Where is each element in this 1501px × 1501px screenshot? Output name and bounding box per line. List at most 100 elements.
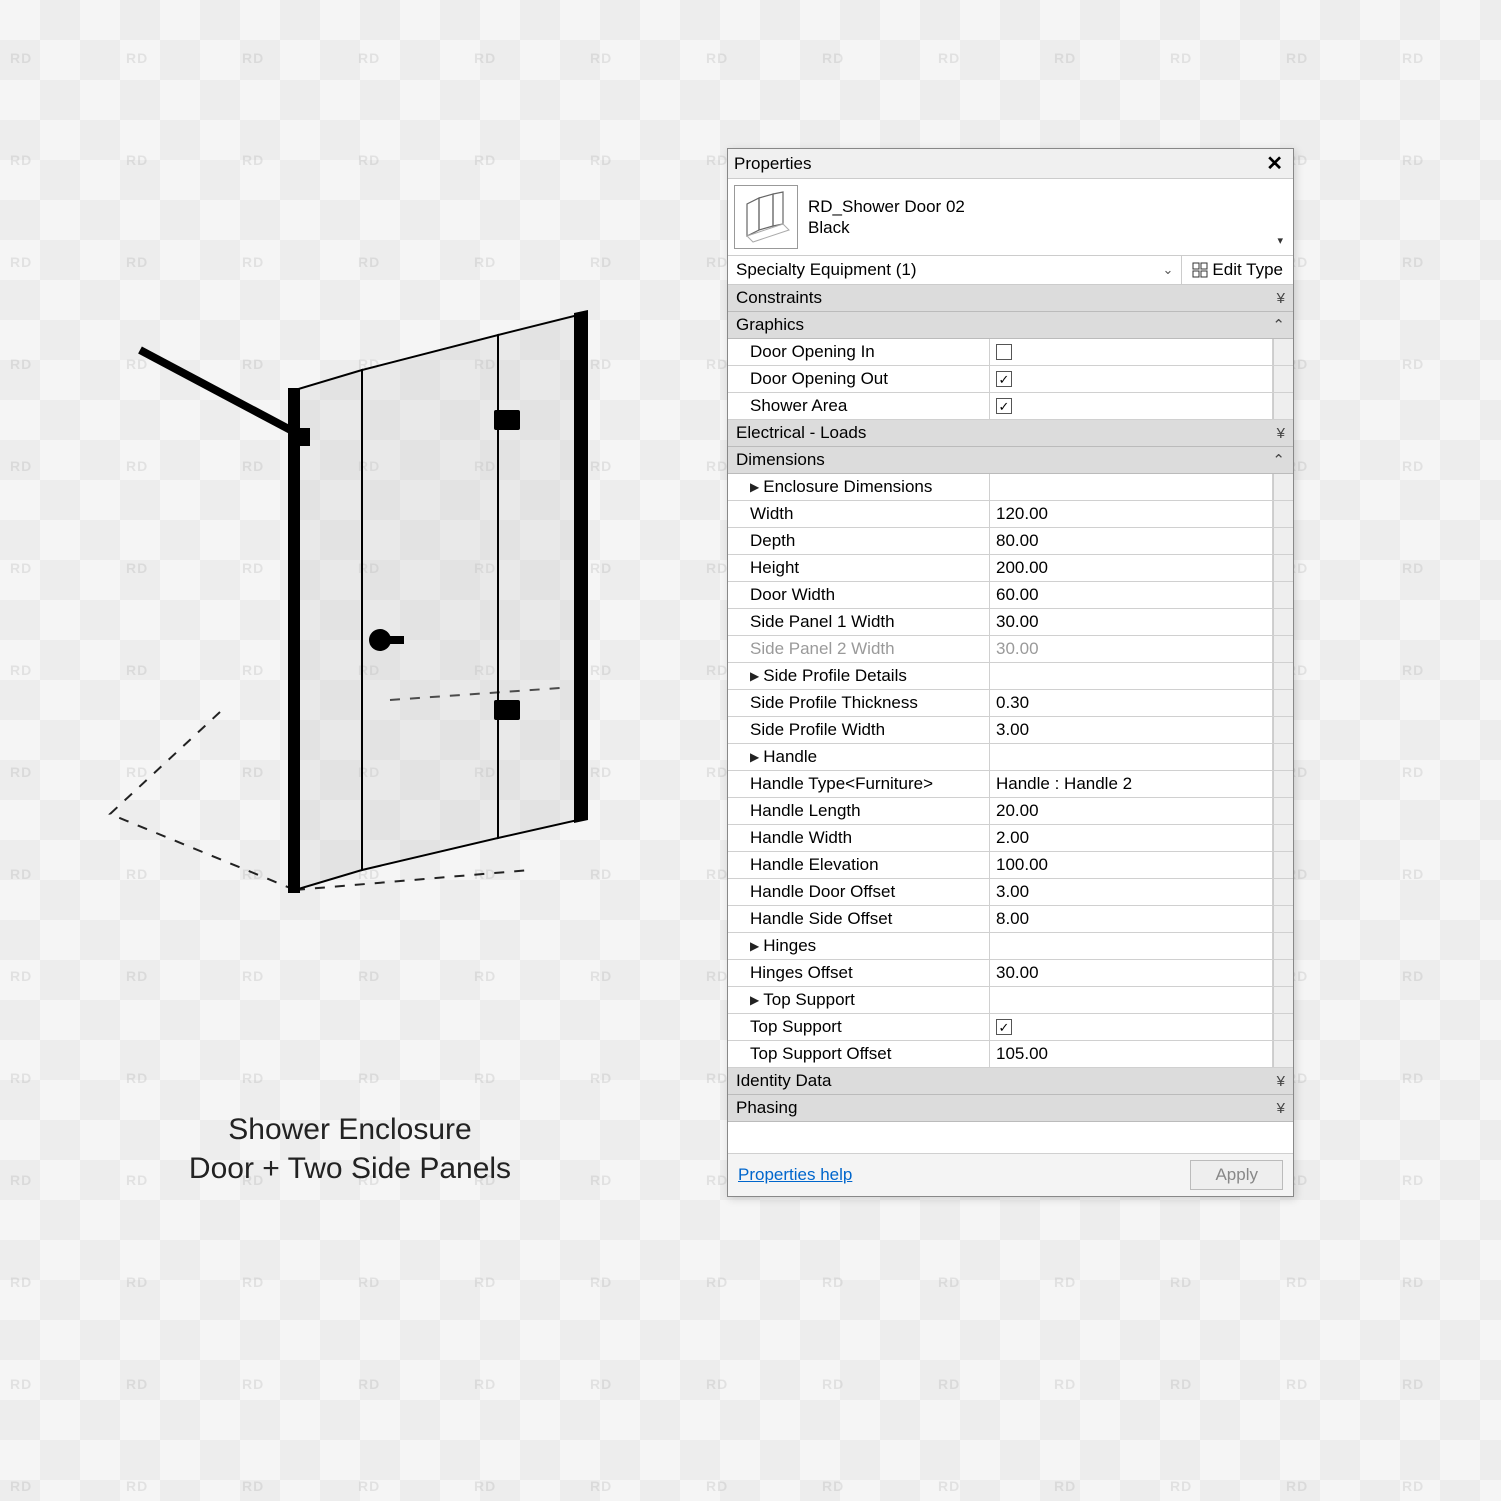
prop-handle-side-offset: Handle Side Offset 8.00 bbox=[728, 906, 1293, 933]
group-identity-data[interactable]: Identity Data¥ bbox=[728, 1068, 1293, 1095]
prop-value[interactable]: 80.00 bbox=[990, 528, 1273, 554]
prop-button[interactable] bbox=[1273, 663, 1293, 689]
group-phasing[interactable]: Phasing¥ bbox=[728, 1095, 1293, 1122]
family-selector[interactable]: RD_Shower Door 02 Black ▾ bbox=[728, 179, 1293, 256]
prop-button[interactable] bbox=[1273, 1014, 1293, 1040]
prop-value[interactable]: 30.00 bbox=[990, 609, 1273, 635]
prop-button[interactable] bbox=[1273, 906, 1293, 932]
prop-value[interactable]: 2.00 bbox=[990, 825, 1273, 851]
prop-button[interactable] bbox=[1273, 690, 1293, 716]
prop-door-opening-out: Door Opening Out ✓ bbox=[728, 366, 1293, 393]
prop-door-width: Door Width 60.00 bbox=[728, 582, 1293, 609]
prop-value[interactable] bbox=[990, 339, 1273, 365]
prop-button[interactable] bbox=[1273, 366, 1293, 392]
prop-side-profile-details[interactable]: ▶Side Profile Details bbox=[728, 663, 1293, 690]
group-electrical[interactable]: Electrical - Loads¥ bbox=[728, 420, 1293, 447]
checkbox-checked[interactable]: ✓ bbox=[996, 371, 1012, 387]
prop-value[interactable]: 60.00 bbox=[990, 582, 1273, 608]
prop-width: Width 120.00 bbox=[728, 501, 1293, 528]
viewport-caption: Shower Enclosure Door + Two Side Panels bbox=[150, 1110, 550, 1188]
prop-value[interactable]: Handle : Handle 2 bbox=[990, 771, 1273, 797]
close-icon[interactable]: ✕ bbox=[1262, 151, 1287, 176]
prop-value[interactable]: 200.00 bbox=[990, 555, 1273, 581]
checkbox-checked[interactable]: ✓ bbox=[996, 398, 1012, 414]
panel-footer: Properties help Apply bbox=[728, 1154, 1293, 1196]
prop-button[interactable] bbox=[1273, 474, 1293, 500]
caption-line-2: Door + Two Side Panels bbox=[150, 1149, 550, 1188]
prop-handle-header[interactable]: ▶Handle bbox=[728, 744, 1293, 771]
prop-button[interactable] bbox=[1273, 825, 1293, 851]
prop-button[interactable] bbox=[1273, 1041, 1293, 1067]
prop-top-support: Top Support ✓ bbox=[728, 1014, 1293, 1041]
collapse-icon: ⌃ bbox=[1272, 451, 1285, 469]
prop-button[interactable] bbox=[1273, 609, 1293, 635]
chevron-down-icon[interactable]: ⌄ bbox=[1155, 262, 1182, 278]
group-graphics[interactable]: Graphics⌃ bbox=[728, 312, 1293, 339]
triangle-right-icon: ▶ bbox=[750, 669, 759, 683]
instance-filter[interactable]: Specialty Equipment (1) bbox=[728, 256, 1155, 284]
prop-button[interactable] bbox=[1273, 339, 1293, 365]
prop-label: Handle Door Offset bbox=[728, 879, 990, 905]
prop-value bbox=[990, 663, 1273, 689]
prop-value[interactable]: 20.00 bbox=[990, 798, 1273, 824]
prop-button[interactable] bbox=[1273, 852, 1293, 878]
prop-button[interactable] bbox=[1273, 582, 1293, 608]
prop-label: Handle Elevation bbox=[728, 852, 990, 878]
prop-button[interactable] bbox=[1273, 987, 1293, 1013]
prop-label: Top Support Offset bbox=[728, 1041, 990, 1067]
prop-button[interactable] bbox=[1273, 393, 1293, 419]
prop-button[interactable] bbox=[1273, 771, 1293, 797]
group-constraints[interactable]: Constraints¥ bbox=[728, 285, 1293, 312]
prop-label: Width bbox=[728, 501, 990, 527]
checkbox-checked[interactable]: ✓ bbox=[996, 1019, 1012, 1035]
prop-label: Handle Length bbox=[728, 798, 990, 824]
prop-value[interactable]: 30.00 bbox=[990, 960, 1273, 986]
prop-value[interactable]: 105.00 bbox=[990, 1041, 1273, 1067]
family-type: Black bbox=[808, 217, 965, 238]
prop-label: Handle Side Offset bbox=[728, 906, 990, 932]
prop-button[interactable] bbox=[1273, 744, 1293, 770]
group-dimensions[interactable]: Dimensions⌃ bbox=[728, 447, 1293, 474]
prop-button[interactable] bbox=[1273, 501, 1293, 527]
edit-type-button[interactable]: Edit Type bbox=[1181, 256, 1293, 284]
triangle-right-icon: ▶ bbox=[750, 993, 759, 1007]
family-dropdown-icon[interactable]: ▾ bbox=[1277, 234, 1283, 247]
prop-enclosure-dimensions[interactable]: ▶Enclosure Dimensions bbox=[728, 474, 1293, 501]
panel-titlebar[interactable]: Properties ✕ bbox=[728, 149, 1293, 179]
prop-button[interactable] bbox=[1273, 528, 1293, 554]
prop-value[interactable]: ✓ bbox=[990, 1014, 1273, 1040]
prop-handle-width: Handle Width 2.00 bbox=[728, 825, 1293, 852]
family-thumbnail bbox=[734, 185, 798, 249]
prop-door-opening-in: Door Opening In bbox=[728, 339, 1293, 366]
prop-label: Hinges Offset bbox=[728, 960, 990, 986]
prop-top-support-header[interactable]: ▶Top Support bbox=[728, 987, 1293, 1014]
prop-value[interactable]: 3.00 bbox=[990, 717, 1273, 743]
prop-side-profile-thickness: Side Profile Thickness 0.30 bbox=[728, 690, 1293, 717]
prop-value[interactable]: ✓ bbox=[990, 366, 1273, 392]
prop-side-profile-width: Side Profile Width 3.00 bbox=[728, 717, 1293, 744]
prop-value[interactable]: 3.00 bbox=[990, 879, 1273, 905]
prop-hinges-header[interactable]: ▶Hinges bbox=[728, 933, 1293, 960]
spacer bbox=[728, 1122, 1293, 1154]
prop-value[interactable]: 120.00 bbox=[990, 501, 1273, 527]
prop-value bbox=[990, 933, 1273, 959]
prop-button[interactable] bbox=[1273, 555, 1293, 581]
properties-help-link[interactable]: Properties help bbox=[738, 1165, 852, 1185]
checkbox-unchecked[interactable] bbox=[996, 344, 1012, 360]
prop-value[interactable]: 8.00 bbox=[990, 906, 1273, 932]
prop-shower-area: Shower Area ✓ bbox=[728, 393, 1293, 420]
prop-label: Top Support bbox=[728, 1014, 990, 1040]
prop-label: ▶Top Support bbox=[728, 987, 990, 1013]
prop-button[interactable] bbox=[1273, 933, 1293, 959]
prop-value[interactable]: ✓ bbox=[990, 393, 1273, 419]
prop-button[interactable] bbox=[1273, 960, 1293, 986]
prop-button[interactable] bbox=[1273, 879, 1293, 905]
prop-button[interactable] bbox=[1273, 798, 1293, 824]
prop-value[interactable]: 0.30 bbox=[990, 690, 1273, 716]
apply-button[interactable]: Apply bbox=[1190, 1160, 1283, 1190]
properties-panel: Properties ✕ RD_Shower Door 02 Black ▾ S… bbox=[727, 148, 1294, 1197]
triangle-right-icon: ▶ bbox=[750, 939, 759, 953]
prop-button[interactable] bbox=[1273, 717, 1293, 743]
triangle-right-icon: ▶ bbox=[750, 480, 759, 494]
prop-value[interactable]: 100.00 bbox=[990, 852, 1273, 878]
